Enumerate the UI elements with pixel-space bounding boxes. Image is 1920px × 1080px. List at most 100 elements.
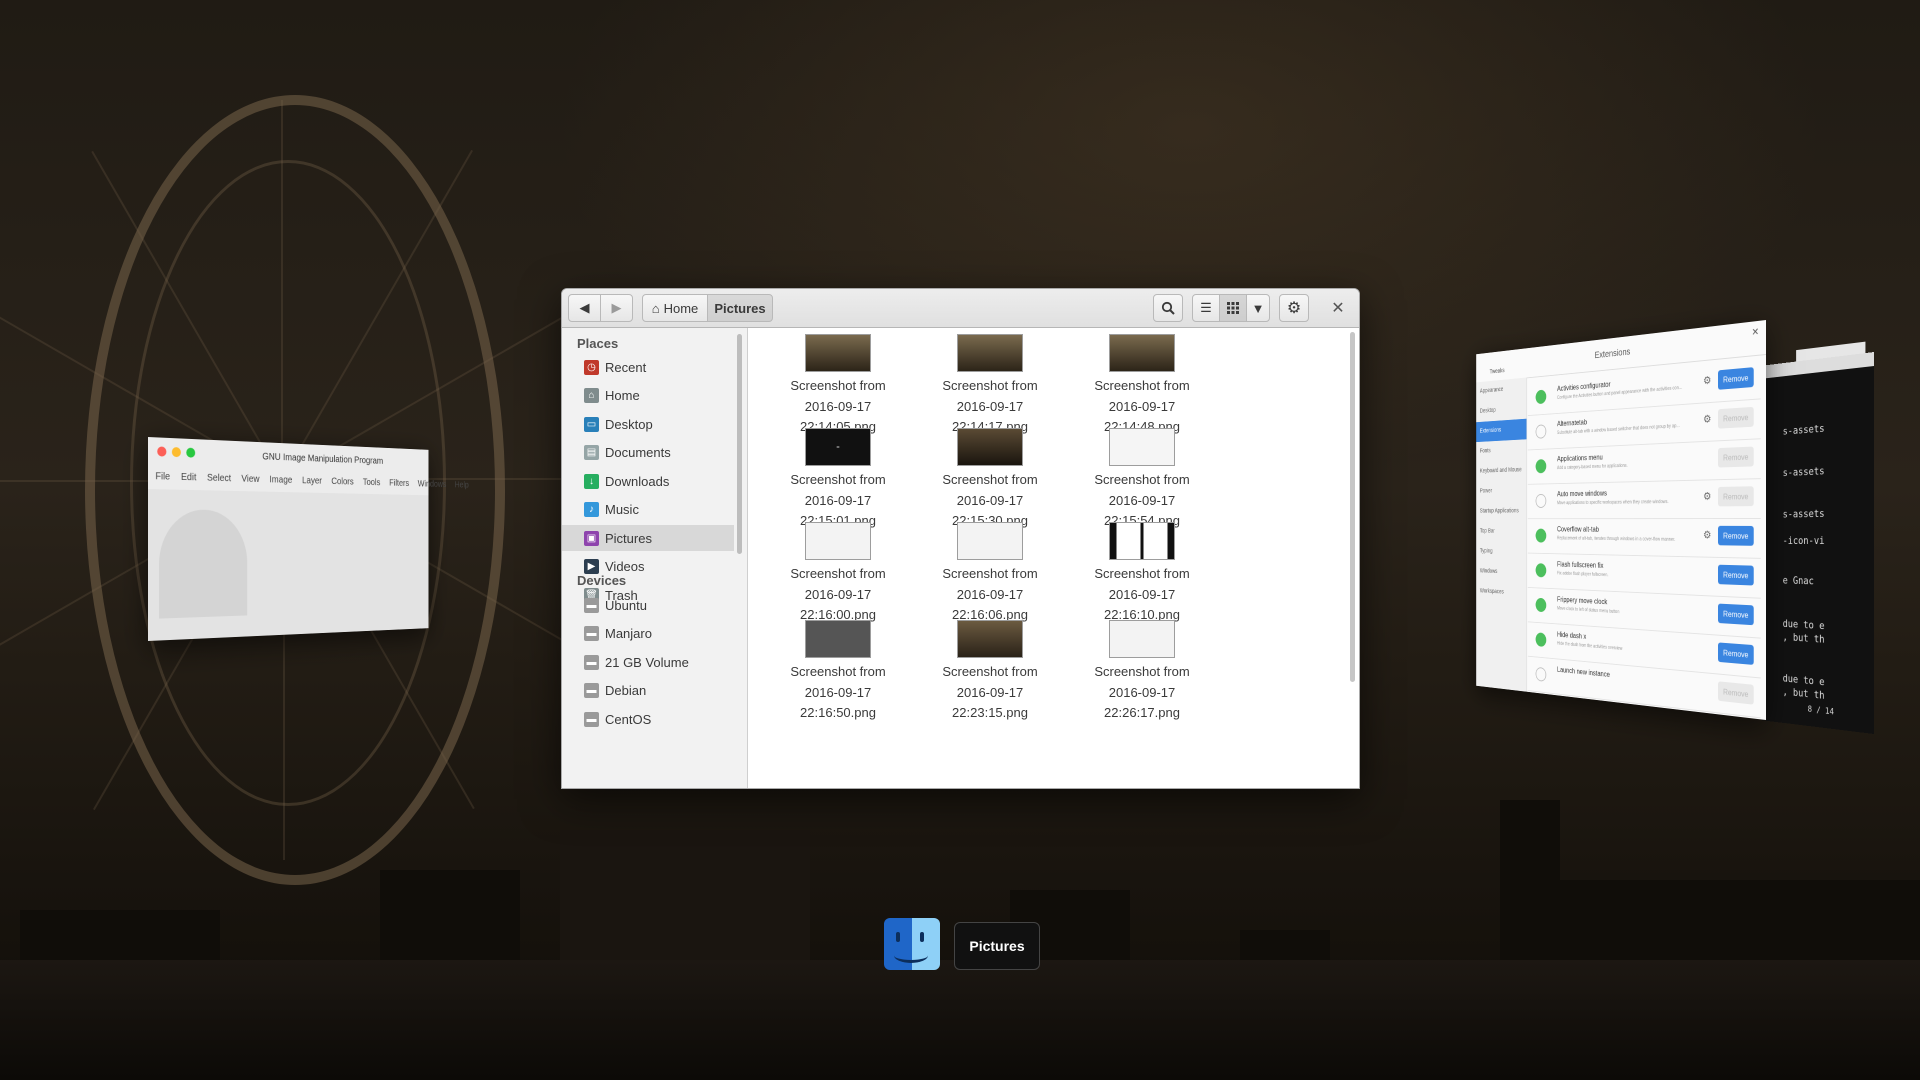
sidebar-item-recent[interactable]: ◷ Recent	[562, 354, 734, 380]
extension-toggle[interactable]	[1535, 563, 1547, 578]
search-button[interactable]	[1153, 294, 1183, 322]
extension-toggle[interactable]	[1535, 459, 1547, 474]
tweaks-sidebar-item[interactable]: Workspaces	[1476, 581, 1526, 604]
terminal-window[interactable]: s-assets s-assets s-assets -icon-vi e Gn…	[1761, 352, 1874, 734]
sidebar-item-desktop[interactable]: ▭ Desktop	[562, 411, 734, 437]
extension-settings-gear-icon[interactable]: ⚙	[1703, 374, 1711, 387]
minimize-dot-icon[interactable]	[171, 446, 181, 458]
sidebar-item-documents[interactable]: ▤ Documents	[562, 440, 734, 466]
menu-layer[interactable]: Layer	[302, 475, 322, 486]
list-view-button[interactable]: ☰	[1192, 294, 1220, 322]
extension-remove-button[interactable]: Remove	[1717, 486, 1754, 507]
file-item[interactable]: Screenshot from 2016-09-17 22:15:54.png	[1082, 428, 1202, 532]
gimp-window-title: GNU Image Manipulation Program	[262, 451, 384, 467]
extension-toggle[interactable]	[1535, 389, 1547, 405]
file-name-line: Screenshot from	[1094, 472, 1190, 487]
file-item[interactable]: Screenshot from 2016-09-17 22:14:05.png	[778, 334, 898, 438]
file-item[interactable]: Screenshot from 2016-09-17 22:14:48.png	[1082, 334, 1202, 438]
tweaks-sidebar-item[interactable]: Fonts	[1476, 439, 1526, 462]
extension-settings-gear-icon[interactable]: ⚙	[1703, 413, 1711, 426]
extension-toggle[interactable]	[1535, 493, 1547, 508]
extension-remove-button[interactable]: Remove	[1717, 446, 1754, 468]
breadcrumb-pictures[interactable]: Pictures	[707, 294, 773, 322]
extension-remove-button[interactable]: Remove	[1717, 603, 1754, 626]
back-button[interactable]: ◀	[568, 294, 601, 322]
sidebar-item-21-gb-volume[interactable]: ▬ 21 GB Volume	[562, 649, 734, 675]
sidebar-item-downloads[interactable]: ↓ Downloads	[562, 468, 734, 494]
tweaks-sidebar-item[interactable]: Extensions	[1476, 418, 1527, 443]
forward-button[interactable]: ▶	[600, 294, 633, 322]
menu-select[interactable]: Select	[207, 472, 231, 483]
forward-arrow-icon: ▶	[611, 300, 622, 315]
menu-tools[interactable]: Tools	[363, 477, 381, 487]
finder-icon[interactable]	[884, 918, 940, 970]
tweaks-window[interactable]: Tweaks Extensions ✕ Appearance Desktop Ext…	[1476, 320, 1766, 720]
close-dot-icon[interactable]	[157, 446, 167, 457]
sidebar-item-pictures[interactable]: ▣ Pictures	[562, 525, 734, 551]
menu-view[interactable]: View	[241, 473, 259, 484]
sidebar-item-label: Home	[605, 388, 640, 403]
settings-button[interactable]: ⚙	[1279, 294, 1309, 322]
file-item[interactable]: Screenshot from 2016-09-17 22:14:17.png	[930, 334, 1050, 438]
extension-toggle[interactable]	[1535, 528, 1547, 543]
menu-windows[interactable]: Windows	[418, 479, 447, 489]
sidebar-item-ubuntu[interactable]: ▬ Ubuntu	[562, 592, 734, 618]
gimp-canvas[interactable]	[148, 489, 429, 641]
sidebar-scrollbar[interactable]	[737, 334, 742, 554]
menu-file[interactable]: File	[155, 471, 170, 482]
extension-remove-button[interactable]: Remove	[1717, 642, 1754, 665]
file-item[interactable]: Screenshot from 2016-09-17 22:26:17.png	[1082, 620, 1202, 724]
tweaks-sidebar-item[interactable]: Top Bar	[1476, 522, 1526, 543]
extension-settings-gear-icon[interactable]: ⚙	[1703, 490, 1711, 503]
menu-filters[interactable]: Filters	[389, 478, 409, 488]
extension-toggle[interactable]	[1535, 632, 1547, 648]
file-name: Screenshot from 2016-09-17 22:23:15.png	[930, 662, 1050, 724]
files-window[interactable]: ◀ ▶ ⌂ Home Pictures ☰ ▼ ⚙ ✕ Places ◷ Rece…	[561, 288, 1360, 789]
file-item[interactable]: Screenshot from 2016-09-17 22:15:01.png	[778, 428, 898, 532]
file-item[interactable]: Screenshot from 2016-09-17 22:16:06.png	[930, 522, 1050, 626]
file-name-line: 22:16:50.png	[800, 705, 876, 720]
sidebar-item-music[interactable]: ♪ Music	[562, 497, 734, 523]
file-item[interactable]: Screenshot from 2016-09-17 22:15:30.png	[930, 428, 1050, 532]
close-icon[interactable]: ✕	[1752, 327, 1759, 339]
extension-settings-gear-icon[interactable]: ⚙	[1703, 529, 1711, 542]
breadcrumb-home[interactable]: ⌂ Home	[642, 294, 708, 322]
extension-remove-button[interactable]: Remove	[1717, 681, 1754, 705]
sidebar-item-centos[interactable]: ▬ CentOS	[562, 706, 734, 732]
menu-image[interactable]: Image	[270, 474, 293, 485]
breadcrumb-home-label: Home	[663, 300, 699, 316]
file-item[interactable]: Screenshot from 2016-09-17 22:16:10.png	[1082, 522, 1202, 626]
file-item[interactable]: Screenshot from 2016-09-17 22:23:15.png	[930, 620, 1050, 724]
extension-name: Coverflow alt-tab	[1557, 525, 1599, 534]
extension-name: Launch new instance	[1557, 665, 1610, 679]
extension-remove-button[interactable]: Remove	[1717, 564, 1754, 586]
tweaks-sidebar-item[interactable]: Startup Applications	[1476, 501, 1526, 522]
gimp-window[interactable]: GNU Image Manipulation Program File Edit…	[148, 437, 469, 641]
extension-remove-button[interactable]: Remove	[1717, 367, 1754, 390]
menu-colors[interactable]: Colors	[331, 476, 353, 487]
tweaks-sidebar-item[interactable]: Power	[1476, 481, 1526, 502]
devices-heading: Devices	[577, 573, 627, 588]
file-item[interactable]: Screenshot from 2016-09-17 22:16:00.png	[778, 522, 898, 626]
extension-remove-button[interactable]: Remove	[1717, 406, 1754, 429]
close-icon: ✕	[1331, 300, 1345, 317]
extension-toggle[interactable]	[1535, 597, 1547, 613]
tweaks-sidebar-item[interactable]: Windows	[1476, 561, 1526, 583]
sidebar-item-home[interactable]: ⌂ Home	[562, 383, 734, 409]
extension-toggle[interactable]	[1535, 424, 1547, 439]
tweaks-sidebar-item[interactable]: Keyboard and Mouse	[1476, 460, 1526, 482]
file-item[interactable]: Screenshot from 2016-09-17 22:16:50.png	[778, 620, 898, 724]
grid-view-button[interactable]	[1219, 294, 1247, 322]
extension-remove-button[interactable]: Remove	[1717, 525, 1754, 546]
maximize-dot-icon[interactable]	[186, 447, 196, 458]
sidebar-item-debian[interactable]: ▬ Debian	[562, 678, 734, 704]
files-headerbar[interactable]: ◀ ▶ ⌂ Home Pictures ☰ ▼ ⚙ ✕	[562, 289, 1359, 328]
sidebar-item-manjaro[interactable]: ▬ Manjaro	[562, 621, 734, 647]
menu-edit[interactable]: Edit	[181, 472, 196, 483]
close-button[interactable]: ✕	[1328, 298, 1348, 318]
view-options-button[interactable]: ▼	[1246, 294, 1270, 322]
content-scrollbar[interactable]	[1350, 332, 1355, 682]
extension-toggle[interactable]	[1535, 666, 1547, 682]
menu-help[interactable]: Help	[455, 480, 469, 490]
tweaks-sidebar-item[interactable]: Typing	[1476, 542, 1526, 563]
